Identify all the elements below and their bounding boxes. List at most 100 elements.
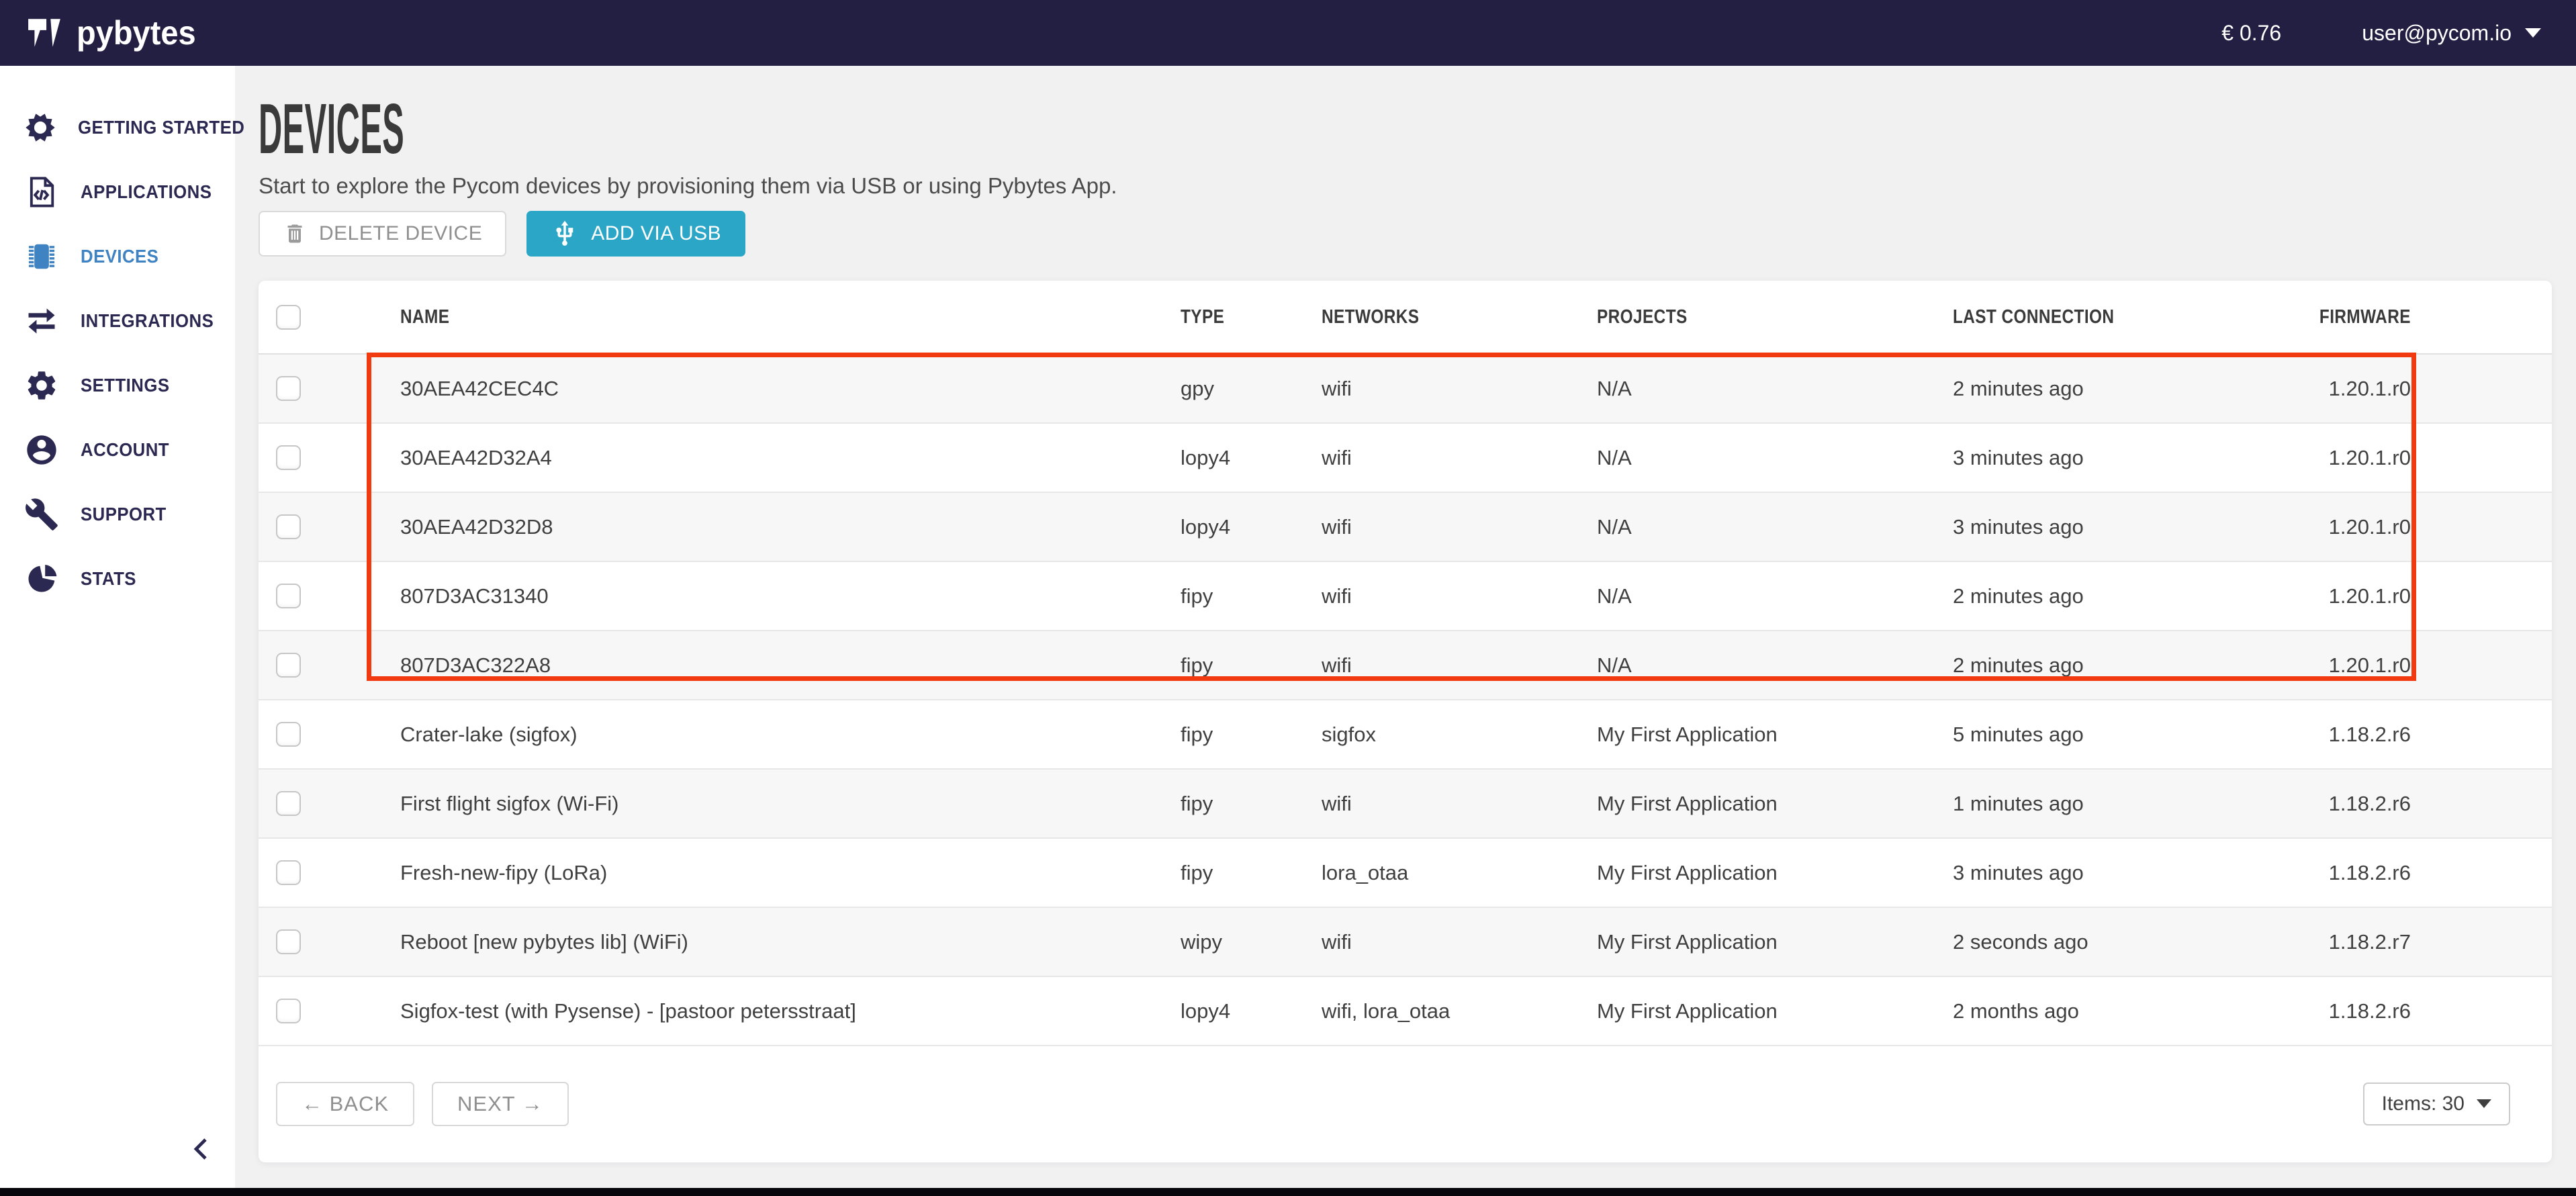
- row-checkbox[interactable]: [276, 653, 301, 678]
- cell-projects: My First Application: [1597, 930, 1778, 954]
- device-row[interactable]: Fresh-new-fipy (LoRa)fipylora_otaaMy Fir…: [259, 839, 2552, 908]
- cell-last_connection: 5 minutes ago: [1953, 723, 2084, 746]
- cell-last_connection: 3 minutes ago: [1953, 446, 2084, 469]
- row-checkbox[interactable]: [276, 999, 301, 1023]
- items-per-page-dropdown[interactable]: Items: 30: [2363, 1083, 2510, 1125]
- cell-name: 30AEA42D32A4: [400, 446, 552, 469]
- cell-type: lopy4: [1181, 446, 1230, 469]
- cell-type: lopy4: [1181, 515, 1230, 539]
- cell-name: Crater-lake (sigfox): [400, 723, 578, 746]
- cell-last_connection: 2 minutes ago: [1953, 584, 2084, 608]
- cell-firmware: 1.18.2.r6: [2329, 861, 2411, 884]
- sidebar-item-label: ACCOUNT: [81, 439, 169, 461]
- sidebar-item-stats[interactable]: STATS: [0, 547, 235, 611]
- chip-icon: [23, 238, 60, 275]
- sidebar-collapse-button[interactable]: [183, 1132, 220, 1169]
- row-checkbox[interactable]: [276, 860, 301, 885]
- cell-projects: N/A: [1597, 446, 1632, 469]
- cell-firmware: 1.20.1.r0: [2329, 653, 2411, 677]
- device-row[interactable]: 30AEA42D32D8lopy4wifiN/A3 minutes ago1.2…: [259, 493, 2552, 562]
- sidebar-item-applications[interactable]: APPLICATIONS: [0, 160, 235, 224]
- column-header-last_connection: LAST CONNECTION: [1934, 281, 2297, 353]
- column-header-label: NETWORKS: [1322, 306, 1419, 328]
- cell-name: Sigfox-test (with Pysense) - [pastoor pe…: [400, 999, 856, 1023]
- cell-type: fipy: [1181, 653, 1213, 677]
- cell-name: 30AEA42D32D8: [400, 515, 553, 539]
- main-content: DEVICES Start to explore the Pycom devic…: [235, 66, 2576, 1188]
- cell-last_connection: 2 months ago: [1953, 999, 2079, 1023]
- cell-networks: wifi: [1322, 653, 1352, 677]
- device-row[interactable]: 30AEA42D32A4 lopy4 wifi N/A 3 minutes ago 1.2…: [259, 424, 2552, 493]
- cell-firmware: 1.20.1.r0: [2329, 584, 2411, 608]
- cell-networks: wifi: [1322, 792, 1352, 815]
- cell-name: Reboot [new pybytes lib] (WiFi): [400, 930, 688, 954]
- row-checkbox[interactable]: [276, 376, 301, 401]
- trash-icon: [283, 222, 307, 246]
- sidebar-item-label: GETTING STARTED: [78, 117, 244, 138]
- sidebar-item-getting-started[interactable]: GETTING STARTED: [0, 95, 235, 160]
- window-bottom-edge: [0, 1188, 2576, 1196]
- device-row[interactable]: 807D3AC322A8fipywifiN/A2 minutes ago1.20…: [259, 631, 2552, 700]
- cell-type: lopy4: [1181, 999, 1230, 1023]
- sidebar-item-support[interactable]: SUPPORT: [0, 482, 235, 547]
- device-row[interactable]: First flight sigfox (Wi-Fi)fipywifiMy Fi…: [259, 770, 2552, 839]
- devices-table-card: NAMETYPENETWORKSPROJECTSLAST CONNECTIONF…: [259, 281, 2552, 1162]
- sidebar-item-devices[interactable]: DEVICES: [0, 224, 235, 289]
- column-header-label: TYPE: [1181, 306, 1224, 328]
- chevron-down-icon: [2525, 28, 2541, 38]
- cell-firmware: 1.20.1.r0: [2329, 377, 2411, 400]
- add-via-usb-button[interactable]: ADD VIA USB: [526, 211, 745, 257]
- usb-icon: [551, 220, 579, 248]
- cell-projects: My First Application: [1597, 723, 1778, 746]
- cell-firmware: 1.20.1.r0: [2329, 446, 2411, 469]
- user-menu[interactable]: user@pycom.io: [2362, 21, 2541, 46]
- topbar: pybytes € 0.76 user@pycom.io: [0, 0, 2576, 66]
- delete-device-button[interactable]: DELETE DEVICE: [259, 211, 506, 257]
- user-icon: [23, 431, 60, 469]
- column-header-label: NAME: [400, 306, 449, 328]
- cell-networks: wifi: [1322, 446, 1352, 469]
- account-balance: € 0.76: [2221, 21, 2281, 46]
- cell-type: fipy: [1181, 723, 1213, 746]
- cell-projects: My First Application: [1597, 792, 1778, 815]
- row-checkbox[interactable]: [276, 584, 301, 608]
- cell-projects: N/A: [1597, 653, 1632, 677]
- row-checkbox[interactable]: [276, 445, 301, 470]
- cell-type: fipy: [1181, 584, 1213, 608]
- device-row[interactable]: Sigfox-test (with Pysense) - [pastoor pe…: [259, 977, 2552, 1046]
- back-button[interactable]: ← BACK: [276, 1082, 414, 1126]
- sidebar-item-account[interactable]: ACCOUNT: [0, 418, 235, 482]
- user-email: user@pycom.io: [2362, 21, 2512, 46]
- cell-firmware: 1.20.1.r0: [2329, 515, 2411, 539]
- cell-networks: wifi: [1322, 515, 1352, 539]
- device-row[interactable]: 30AEA42CEC4CgpywifiN/A2 minutes ago1.20.…: [259, 355, 2552, 424]
- device-row[interactable]: Crater-lake (sigfox) fipy sigfox My First A…: [259, 700, 2552, 770]
- select-all-checkbox[interactable]: [276, 305, 301, 330]
- items-per-page-label: Items: 30: [2382, 1093, 2465, 1115]
- logo-text: pybytes: [77, 13, 196, 52]
- cell-last_connection: 2 minutes ago: [1953, 377, 2084, 400]
- row-checkbox[interactable]: [276, 722, 301, 747]
- sun-icon: [23, 109, 58, 146]
- sidebar-item-label: DEVICES: [81, 246, 158, 267]
- table-header-row: NAMETYPENETWORKSPROJECTSLAST CONNECTIONF…: [259, 281, 2552, 355]
- page-description: Start to explore the Pycom devices by pr…: [259, 173, 2552, 199]
- pybytes-logo[interactable]: pybytes: [27, 13, 203, 52]
- cell-networks: wifi: [1322, 377, 1352, 400]
- cell-name: First flight sigfox (Wi-Fi): [400, 792, 619, 815]
- row-checkbox[interactable]: [276, 929, 301, 954]
- cell-networks: sigfox: [1322, 723, 1376, 746]
- sidebar-item-integrations[interactable]: INTEGRATIONS: [0, 289, 235, 353]
- cell-name: 807D3AC322A8: [400, 653, 551, 677]
- cell-firmware: 1.18.2.r6: [2329, 999, 2411, 1023]
- row-checkbox[interactable]: [276, 514, 301, 539]
- cell-last_connection: 3 minutes ago: [1953, 861, 2084, 884]
- pycom-logo-icon: [27, 15, 63, 51]
- device-row[interactable]: 807D3AC31340fipywifiN/A2 minutes ago1.20…: [259, 562, 2552, 631]
- sidebar-item-label: STATS: [81, 568, 136, 590]
- device-row[interactable]: Reboot [new pybytes lib] (WiFi)wipywifiM…: [259, 908, 2552, 977]
- row-checkbox[interactable]: [276, 791, 301, 816]
- next-button[interactable]: NEXT →: [432, 1082, 569, 1126]
- add-via-usb-label: ADD VIA USB: [591, 222, 721, 245]
- sidebar-item-settings[interactable]: SETTINGS: [0, 353, 235, 418]
